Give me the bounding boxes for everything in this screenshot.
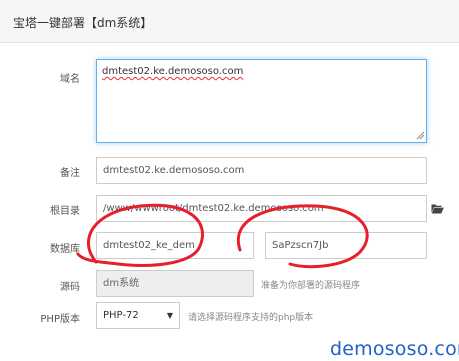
watermark: demososo.com bbox=[330, 338, 459, 360]
domain-textarea[interactable]: dmtest02.ke.demososo.com bbox=[96, 59, 427, 143]
root-path-input[interactable]: /www/wwwroot/dmtest02.ke.demososo.com bbox=[96, 195, 427, 222]
root-label: 根目录 bbox=[50, 206, 80, 217]
php-version-select[interactable]: PHP-72 ▼ bbox=[96, 302, 180, 329]
php-version-label: PHP版本 bbox=[40, 314, 80, 325]
source-label: 源码 bbox=[60, 282, 80, 293]
resize-grip-icon[interactable] bbox=[415, 130, 425, 140]
source-hint: 准备为你部署的源码程序 bbox=[261, 281, 361, 291]
php-version-value: PHP-72 bbox=[103, 310, 139, 321]
chevron-down-icon: ▼ bbox=[166, 311, 173, 320]
dialog-header: 宝塔一键部署【dm系统】 bbox=[0, 0, 459, 43]
database-label: 数据库 bbox=[50, 244, 80, 255]
remark-label: 备注 bbox=[60, 168, 80, 179]
php-version-hint: 请选择源码程序支持的php版本 bbox=[188, 313, 314, 323]
database-password-input[interactable]: SaPzscn7Jb bbox=[265, 232, 427, 259]
folder-open-icon[interactable] bbox=[431, 203, 444, 214]
database-name-input[interactable]: dmtest02_ke_dem bbox=[96, 232, 254, 259]
dialog-title: 宝塔一键部署【dm系统】 bbox=[13, 16, 153, 30]
source-readonly-field: dm系统 bbox=[96, 270, 254, 297]
domain-label: 域名 bbox=[60, 74, 80, 85]
remark-input[interactable]: dmtest02.ke.demososo.com bbox=[96, 157, 427, 184]
